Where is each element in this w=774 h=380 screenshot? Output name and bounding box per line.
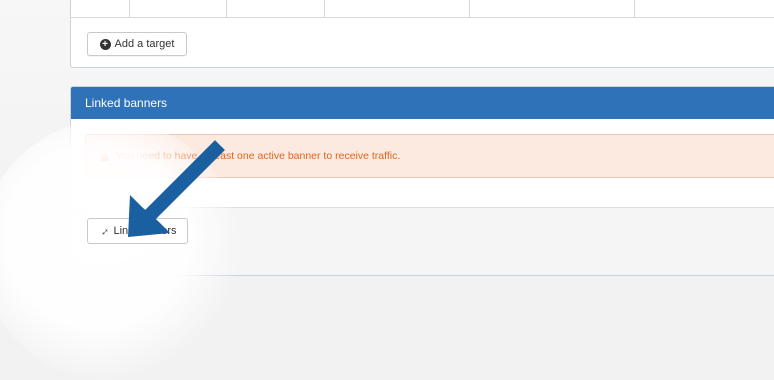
table-column: [226, 0, 325, 17]
alert-text: You need to have at least one active ban…: [116, 150, 401, 162]
link-icon: ↔: [95, 222, 112, 239]
targets-table-stub: [71, 0, 774, 18]
linked-banners-panel: Linked banners You need to have at least…: [70, 86, 774, 276]
plus-circle-icon: +: [99, 38, 111, 50]
table-column: [324, 0, 470, 17]
linked-banners-header: Linked banners: [71, 87, 774, 119]
targets-panel: + Add a target: [70, 0, 774, 68]
link-banners-button[interactable]: ↔ Link banners: [87, 218, 188, 244]
no-active-banner-alert: You need to have at least one active ban…: [85, 134, 774, 178]
table-column: [71, 0, 130, 17]
link-banners-label: Link banners: [113, 225, 177, 237]
table-column: [129, 0, 227, 17]
table-column: [469, 0, 635, 17]
warning-icon: [100, 151, 110, 161]
add-target-label: Add a target: [114, 38, 175, 50]
add-target-button[interactable]: + Add a target: [87, 32, 187, 56]
